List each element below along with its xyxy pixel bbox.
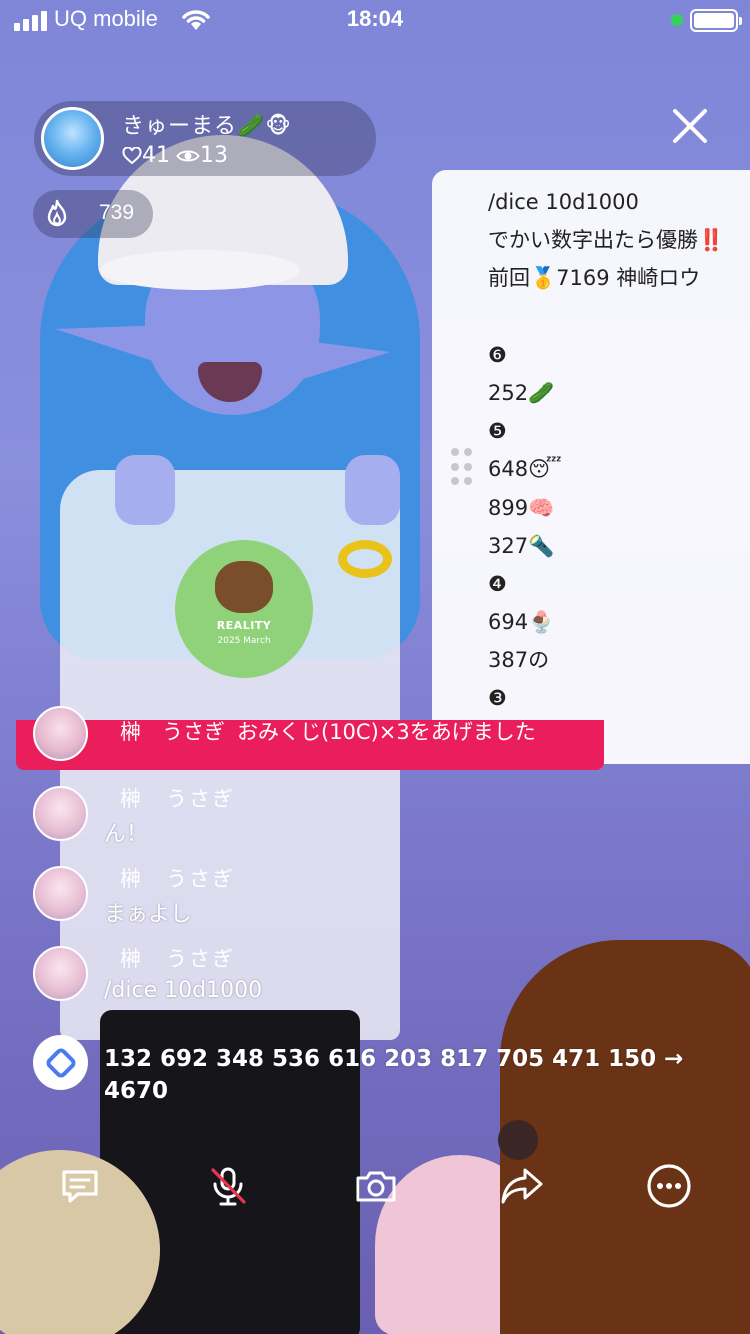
flame-icon [47, 199, 67, 227]
notice-panel[interactable]: /dice 10d1000 でかい数字出たら優勝‼️ 前回🥇7169 神崎ロウ … [432, 170, 750, 764]
notice-line: 前回🥇7169 神崎ロウ [488, 266, 701, 291]
notice-line [488, 302, 724, 340]
avatar-bracelet [338, 540, 392, 578]
eye-icon [176, 150, 200, 161]
chat-message-text: ん！ [104, 822, 149, 847]
notice-line: ❸ [488, 686, 507, 711]
chat-user-avatar[interactable] [33, 946, 88, 1001]
host-name: きゅーまる🥒🐵 [122, 114, 292, 139]
viewer-count: 13 [200, 143, 228, 168]
chat-user-name: 榊 うさぎ [120, 867, 235, 891]
notice-line: 387の [488, 648, 550, 673]
drag-handle-icon[interactable] [451, 448, 473, 488]
battery-icon [690, 9, 742, 32]
notice-line: ❺ [488, 419, 507, 444]
heart-count: 41 [142, 143, 170, 168]
more-icon [647, 1164, 691, 1208]
mic-muted-icon [211, 1167, 246, 1206]
active-indicator-dot [671, 14, 683, 26]
chat-user-avatar[interactable] [33, 866, 88, 921]
notice-line: ❻ [488, 342, 507, 367]
comment-button[interactable] [57, 1163, 103, 1209]
chat-user-avatar[interactable] [33, 786, 88, 841]
gift-sender-avatar[interactable] [33, 706, 88, 761]
gift-message: おみくじ(10C)×3をあげました [237, 720, 536, 744]
gift-banner: 榊 うさぎ おみくじ(10C)×3をあげました [16, 706, 604, 770]
shirt-badge: REALITY 2025 March [175, 540, 313, 678]
dice-bot-avatar [33, 1035, 88, 1090]
status-bar: UQ mobile 18:04 [0, 0, 750, 42]
gift-sender-name: 榊 うさぎ [120, 720, 225, 744]
deer-nose [498, 1120, 538, 1160]
chat-message-text: まぁよし [104, 902, 193, 927]
avatar-left-fist [115, 455, 175, 525]
wifi-icon [182, 10, 210, 30]
notice-line: 252🥒 [488, 380, 555, 405]
notice-line: 648😴 [488, 457, 562, 482]
dice-bot-icon [46, 1048, 75, 1077]
badge-logo-text: REALITY [216, 618, 272, 632]
camera-icon [356, 1171, 396, 1202]
avatar-cap-brim [100, 250, 300, 290]
notice-line: でかい数字出たら優勝‼️ [488, 228, 725, 253]
host-info-pill[interactable]: きゅーまる🥒🐵 41 13 [34, 101, 376, 176]
share-button[interactable] [499, 1163, 545, 1209]
chat-user-name: 榊 うさぎ [120, 787, 235, 811]
heart-icon [122, 146, 142, 164]
signal-icon [14, 11, 47, 31]
close-icon[interactable] [670, 106, 710, 146]
notice-lines: /dice 10d1000 でかい数字出たら優勝‼️ 前回🥇7169 神崎ロウ … [488, 187, 724, 722]
share-icon [501, 1168, 543, 1204]
notice-line: /dice 10d1000 [488, 190, 639, 214]
mic-toggle-button[interactable] [205, 1163, 251, 1209]
comment-icon [62, 1170, 98, 1203]
dice-result-text: 132 692 348 536 616 203 817 705 471 150 … [104, 1046, 684, 1104]
bear-graphic [215, 560, 273, 613]
gift-point-counter[interactable]: 739 [33, 190, 153, 238]
notice-line: 694🍨 [488, 610, 555, 635]
notice-line: 899🧠 [488, 495, 555, 520]
camera-button[interactable] [353, 1163, 399, 1209]
badge-year: 2025 March [217, 635, 271, 646]
notice-line: ❹ [488, 571, 507, 596]
more-button[interactable] [646, 1163, 692, 1209]
chat-user-name: 榊 うさぎ [120, 947, 235, 971]
avatar-right-fist [345, 455, 400, 525]
gift-point-count: 739 [99, 201, 135, 224]
notice-line: 327🔦 [488, 533, 555, 558]
host-stats: 41 13 [122, 143, 228, 168]
host-avatar[interactable] [41, 107, 104, 170]
chat-message-text: /dice 10d1000 [104, 978, 263, 1003]
gift-banner-text: 榊 うさぎ おみくじ(10C)×3をあげました [120, 720, 536, 745]
carrier-label: UQ mobile [54, 6, 158, 31]
